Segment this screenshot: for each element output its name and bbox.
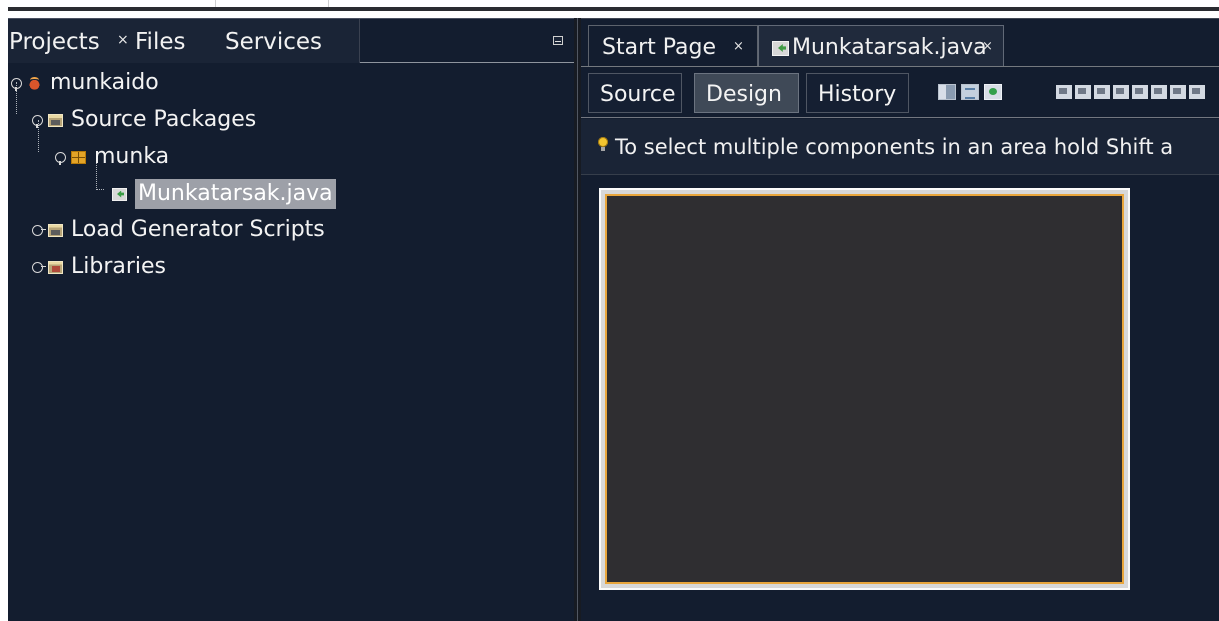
collapse-toggle-icon[interactable] [31, 261, 46, 274]
java-form-icon [112, 187, 127, 201]
tab-files[interactable]: Files [135, 27, 185, 57]
tree-node-libraries[interactable]: Libraries [31, 251, 166, 283]
center-horizontal-icon[interactable] [1094, 85, 1110, 99]
java-form-icon [772, 41, 789, 56]
top-strip-separator [215, 0, 216, 7]
tree-node-label: Libraries [71, 254, 167, 279]
tree-node-label: munka [94, 144, 170, 169]
designer-hint-text: To select multiple components in an area… [615, 135, 1174, 159]
munkatarsak-close-icon[interactable]: × [982, 39, 993, 54]
design-view-button[interactable]: Design [694, 73, 799, 113]
align-bottom-icon[interactable] [1132, 85, 1148, 99]
projects-panel-tabbar: Projects × Files Services [8, 19, 574, 63]
history-view-label: History [818, 82, 897, 107]
scripts-folder-icon [48, 223, 63, 237]
tab-services[interactable]: Services [225, 27, 322, 57]
selected-file-label: Munkatarsak.java [135, 179, 336, 209]
start-page-close-icon[interactable]: × [733, 39, 744, 54]
expand-toggle-icon[interactable] [31, 114, 44, 128]
project-icon [27, 76, 42, 90]
tree-guide-line [96, 189, 104, 190]
align-top-icon[interactable] [1113, 85, 1129, 99]
form-design-area[interactable] [581, 176, 1219, 621]
tab-projects[interactable]: Projects [9, 27, 100, 57]
source-packages-icon [48, 113, 63, 127]
tab-start-page[interactable]: Start Page × [588, 25, 758, 67]
history-view-button[interactable]: History [806, 73, 909, 113]
top-strip-line [8, 7, 1219, 11]
collapse-toggle-icon[interactable] [31, 224, 46, 237]
projects-tab-close-icon[interactable]: × [117, 32, 129, 48]
form-canvas[interactable] [605, 194, 1124, 584]
start-page-tab-label: Start Page [602, 35, 716, 60]
tab-munkatarsak-java[interactable]: Munkatarsak.java × [758, 25, 1004, 67]
preview-design-icon[interactable] [984, 84, 1002, 100]
form-editor-toolbar: Source Design History [581, 66, 1219, 118]
top-strip-separator [328, 0, 329, 7]
resize-width-icon[interactable] [1170, 85, 1186, 99]
form-frame[interactable] [599, 188, 1130, 590]
editor-tabbar: Start Page × Munkatarsak.java × [581, 18, 1219, 67]
editor-panel: Start Page × Munkatarsak.java × Source D… [581, 18, 1219, 621]
resize-height-icon[interactable] [1189, 85, 1205, 99]
design-view-label: Design [706, 82, 782, 107]
tree-node-munkatarsak-java[interactable]: Munkatarsak.java [112, 178, 336, 210]
tree-node-munka[interactable]: munka [54, 141, 169, 173]
designer-hint-bar: To select multiple components in an area… [581, 119, 1219, 175]
top-window-strip [8, 0, 1219, 12]
tree-node-label: Source Packages [71, 107, 257, 132]
package-icon [71, 150, 86, 164]
projects-panel: Projects × Files Services munkaido Sourc… [8, 18, 574, 621]
source-view-button[interactable]: Source [588, 73, 682, 113]
tree-node-munkaido[interactable]: munkaido [10, 67, 159, 99]
align-left-icon[interactable] [1056, 85, 1072, 99]
tree-node-label: munkaido [50, 70, 159, 95]
netbeans-window: Projects × Files Services munkaido Sourc… [0, 0, 1219, 621]
align-right-icon[interactable] [1075, 85, 1091, 99]
connection-mode-icon[interactable] [961, 84, 979, 100]
munkatarsak-tab-label: Munkatarsak.java [792, 35, 987, 60]
minimize-icon[interactable] [553, 36, 563, 45]
selection-mode-icon[interactable] [938, 84, 956, 100]
panel-splitter[interactable] [574, 18, 581, 621]
tree-node-load-generator-scripts[interactable]: Load Generator Scripts [31, 214, 325, 246]
tree-node-source-packages[interactable]: Source Packages [31, 104, 256, 136]
center-vertical-icon[interactable] [1151, 85, 1167, 99]
expand-toggle-icon[interactable] [10, 77, 23, 91]
lightbulb-icon [598, 137, 608, 151]
source-view-label: Source [600, 82, 676, 107]
expand-toggle-icon[interactable] [54, 151, 67, 165]
libraries-icon [48, 260, 63, 274]
tree-node-label: Load Generator Scripts [71, 217, 325, 242]
